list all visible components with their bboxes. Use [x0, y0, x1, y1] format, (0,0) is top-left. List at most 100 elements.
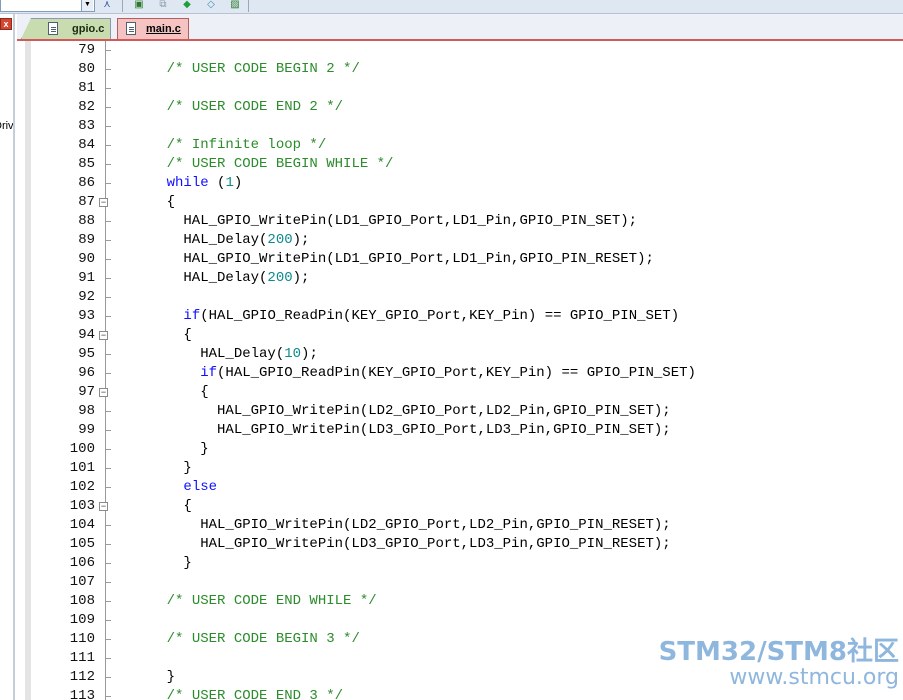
code-token: ) — [233, 175, 243, 191]
code-line[interactable]: 83 — [17, 117, 903, 136]
code-line[interactable]: 104 HAL_GPIO_WritePin(LD2_GPIO_Port,LD2_… — [17, 516, 903, 535]
code-token: HAL_GPIO_WritePin(LD3_GPIO_Port,LD3_Pin,… — [133, 536, 671, 552]
code-text: /* Infinite loop */ — [133, 136, 327, 155]
code-comment: /* USER CODE BEGIN 2 */ — [166, 61, 360, 77]
code-line[interactable]: 88 HAL_GPIO_WritePin(LD1_GPIO_Port,LD1_P… — [17, 212, 903, 231]
line-number: 81 — [78, 80, 95, 96]
code-token: } — [133, 441, 209, 457]
line-number: 112 — [69, 669, 95, 685]
code-line[interactable]: 82 /* USER CODE END 2 */ — [17, 98, 903, 117]
line-number: 97 — [78, 384, 95, 400]
code-token: (HAL_GPIO_ReadPin(KEY_GPIO_Port,KEY_Pin)… — [200, 308, 680, 324]
code-comment: /* USER CODE BEGIN WHILE */ — [166, 156, 394, 172]
code-line[interactable]: 99 HAL_GPIO_WritePin(LD3_GPIO_Port,LD3_P… — [17, 421, 903, 440]
line-number: 107 — [69, 574, 95, 590]
code-line[interactable]: 94− { — [17, 326, 903, 345]
code-line[interactable]: 85 /* USER CODE BEGIN WHILE */ — [17, 155, 903, 174]
code-line[interactable]: 93 if(HAL_GPIO_ReadPin(KEY_GPIO_Port,KEY… — [17, 307, 903, 326]
code-token: HAL_GPIO_WritePin(LD1_GPIO_Port,LD1_Pin,… — [133, 213, 638, 229]
code-line[interactable]: 97− { — [17, 383, 903, 402]
green-diamond-icon[interactable]: ◆ — [180, 0, 194, 10]
code-text: { — [133, 383, 208, 402]
line-number: 99 — [78, 422, 95, 438]
code-comment: /* Infinite loop */ — [166, 137, 327, 153]
tab-main-c[interactable]: main.c — [117, 18, 189, 39]
fold-toggle-icon[interactable]: − — [99, 502, 108, 511]
fold-line-marker — [106, 487, 111, 488]
code-token: ); — [292, 270, 310, 286]
code-line[interactable]: 96 if(HAL_GPIO_ReadPin(KEY_GPIO_Port,KEY… — [17, 364, 903, 383]
line-number: 86 — [78, 175, 95, 191]
code-text: /* USER CODE END 3 */ — [133, 687, 343, 700]
line-number: 92 — [78, 289, 95, 305]
code-line[interactable]: 98 HAL_GPIO_WritePin(LD2_GPIO_Port,LD2_P… — [17, 402, 903, 421]
line-number: 104 — [69, 517, 95, 533]
code-text: if(HAL_GPIO_ReadPin(KEY_GPIO_Port,KEY_Pi… — [133, 307, 679, 326]
code-line[interactable]: 89 HAL_Delay(200); — [17, 231, 903, 250]
fold-line-marker — [106, 297, 111, 298]
code-text: HAL_GPIO_WritePin(LD2_GPIO_Port,LD2_Pin,… — [133, 402, 671, 421]
code-text: HAL_GPIO_WritePin(LD1_GPIO_Port,LD1_Pin,… — [133, 250, 653, 269]
code-text: } — [133, 459, 191, 478]
project-tree-item-label[interactable]: Driv — [0, 120, 13, 132]
fold-line-marker — [106, 601, 111, 602]
line-number: 100 — [69, 441, 95, 457]
line-number: 95 — [78, 346, 95, 362]
code-line[interactable]: 108 /* USER CODE END WHILE */ — [17, 592, 903, 611]
fold-toggle-icon[interactable]: − — [99, 331, 108, 340]
line-number: 91 — [78, 270, 95, 286]
fold-line-marker — [106, 316, 111, 317]
fold-line-marker — [106, 183, 111, 184]
chevron-down-icon[interactable]: ▼ — [81, 0, 93, 11]
fold-toggle-icon[interactable]: − — [99, 198, 108, 207]
code-token: HAL_GPIO_WritePin(LD3_GPIO_Port,LD3_Pin,… — [133, 422, 671, 438]
fold-toggle-icon[interactable]: − — [99, 388, 108, 397]
close-icon[interactable]: x — [0, 18, 12, 30]
code-line[interactable]: 84 /* Infinite loop */ — [17, 136, 903, 155]
code-line[interactable]: 90 HAL_GPIO_WritePin(LD1_GPIO_Port,LD1_P… — [17, 250, 903, 269]
tab-gpio-c[interactable]: gpio.c — [21, 18, 111, 39]
code-comment: /* USER CODE END WHILE */ — [166, 593, 377, 609]
code-line[interactable]: 102 else — [17, 478, 903, 497]
code-text: { — [133, 326, 191, 345]
code-line[interactable]: 103− { — [17, 497, 903, 516]
watermark: STM32/STM8社区 www.stmcu.org — [659, 638, 899, 690]
line-number: 106 — [69, 555, 95, 571]
code-line[interactable]: 100 } — [17, 440, 903, 459]
code-line[interactable]: 81 — [17, 79, 903, 98]
window-icon[interactable]: ▣ — [132, 0, 146, 10]
code-number: 10 — [284, 346, 302, 362]
brush-icon[interactable]: ◇ — [204, 0, 218, 10]
fold-line-marker — [106, 582, 111, 583]
code-line[interactable]: 79 — [17, 41, 903, 60]
code-text: HAL_GPIO_WritePin(LD3_GPIO_Port,LD3_Pin,… — [133, 535, 671, 554]
code-line[interactable]: 95 HAL_Delay(10); — [17, 345, 903, 364]
image-icon[interactable]: ▨ — [228, 0, 242, 10]
code-line[interactable]: 91 HAL_Delay(200); — [17, 269, 903, 288]
code-line[interactable]: 107 — [17, 573, 903, 592]
code-line[interactable]: 101 } — [17, 459, 903, 478]
code-token: ( — [208, 175, 226, 191]
code-line[interactable]: 106 } — [17, 554, 903, 573]
code-line[interactable]: 105 HAL_GPIO_WritePin(LD3_GPIO_Port,LD3_… — [17, 535, 903, 554]
code-line[interactable]: 92 — [17, 288, 903, 307]
tab-label: main.c — [146, 23, 181, 35]
toolbar-dropdown[interactable]: ▼ — [0, 0, 95, 12]
code-text: /* USER CODE END WHILE */ — [133, 592, 377, 611]
code-line[interactable]: 87− { — [17, 193, 903, 212]
tree-icon[interactable]: ⋏ — [100, 0, 114, 10]
code-line[interactable]: 86 while (1) — [17, 174, 903, 193]
code-token: (HAL_GPIO_ReadPin(KEY_GPIO_Port,KEY_Pin)… — [217, 365, 696, 381]
copy-icon[interactable]: ⧉ — [156, 0, 170, 10]
fold-line-marker — [106, 240, 111, 241]
code-line[interactable]: 80 /* USER CODE BEGIN 2 */ — [17, 60, 903, 79]
code-token: ); — [301, 346, 318, 362]
fold-line-marker — [106, 658, 111, 659]
code-editor[interactable]: 79 80 /* USER CODE BEGIN 2 */81 82 /* USER… — [17, 41, 903, 700]
code-line[interactable]: 109 — [17, 611, 903, 630]
fold-line-marker — [106, 278, 111, 279]
